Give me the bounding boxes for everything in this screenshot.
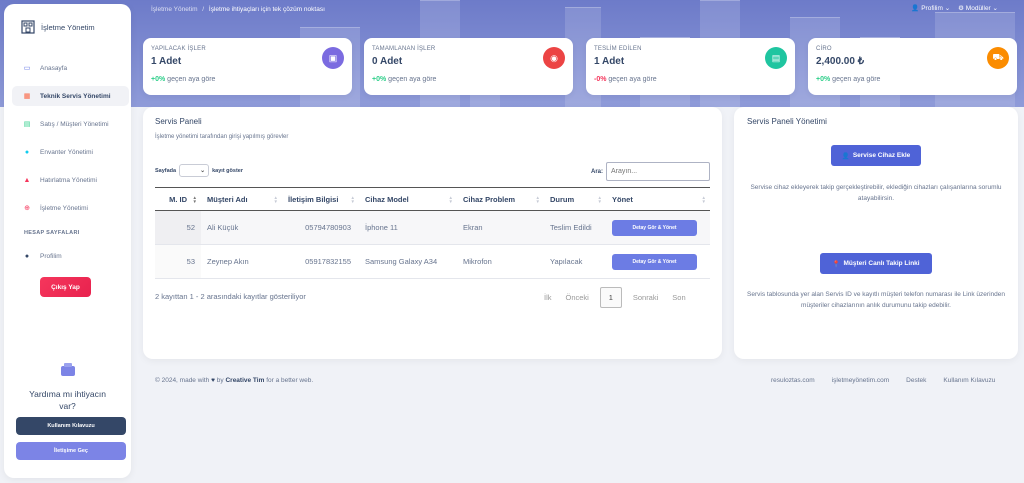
sidebar-item-reminders[interactable]: ▲ Hatırlatma Yönetimi — [12, 170, 129, 190]
table-search: Ara: — [591, 162, 711, 181]
sort-icon: ▲ ▼ — [192, 195, 197, 204]
footer-links: resuloztas.com işletmeyönetim.com Destek… — [771, 377, 995, 384]
help-title: Yardıma mı ihtiyacın var? — [29, 389, 106, 411]
service-table: M. ID ▲ ▼ Müşteri Adı ▲ ▼ İletişim Bilgisi ▲ ▼… — [155, 187, 710, 279]
search-input[interactable] — [606, 162, 711, 181]
table-header-row: M. ID ▲ ▼ Müşteri Adı ▲ ▼ İletişim Bilgisi ▲ ▼… — [155, 187, 710, 211]
pager-next[interactable]: Sonraki — [626, 293, 665, 302]
footer-copyright: © 2024, made with ♥ by Creative Tim for … — [155, 377, 314, 384]
gears-icon: ⚙ — [958, 5, 964, 12]
stat-card-todo: YAPILACAK İŞLER 1 Adet +0% geçen aya gör… — [143, 38, 352, 95]
breadcrumb: İşletme Yönetim / İşletme ihtiyaçları iç… — [151, 6, 325, 13]
sidebar-item-profile[interactable]: ● Profilim — [12, 246, 129, 266]
table-info: 2 kayıttan 1 - 2 arasındaki kayıtlar gös… — [155, 292, 306, 301]
sort-icon: ▲ ▼ — [273, 195, 278, 204]
sort-icon: ▲ ▼ — [597, 195, 602, 204]
page-length-control: Sayfada ⌄ kayıt göster — [155, 164, 243, 177]
column-header-manage[interactable]: Yönet ▲ ▼ — [606, 187, 710, 211]
chevron-down-icon: ⌄ — [944, 5, 951, 12]
bell-icon: ▲ — [23, 176, 31, 184]
footer-link[interactable]: Kullanım Kılavuzu — [943, 377, 995, 384]
detail-button[interactable]: Detay Gör & Yönet — [612, 219, 697, 236]
stat-card-completed: TAMAMLANAN İŞLER 0 Adet +0% geçen aya gö… — [364, 38, 573, 95]
chevron-down-icon: ⌄ — [200, 168, 206, 174]
brand[interactable]: İşletme Yönetim — [4, 14, 131, 40]
column-header-status[interactable]: Durum ▲ ▼ — [544, 187, 606, 211]
pager-page[interactable]: 1 — [599, 287, 622, 308]
topbar-actions: 👤 Profilim ⌄ ⚙ Modüller ⌄ — [911, 4, 998, 12]
service-panel-subtitle: İşletme yönetimi tarafından girişi yapıl… — [155, 134, 289, 140]
sort-icon: ▲ ▼ — [448, 195, 453, 204]
contact-button[interactable]: İletişime Geç — [16, 442, 126, 460]
page-length-select[interactable]: ⌄ — [179, 164, 210, 177]
sort-icon: ▲ ▼ — [350, 195, 355, 204]
live-tracking-description: Servis tablosunda yer alan Servis ID ve … — [747, 291, 1005, 309]
clipboard-icon: ▣ — [322, 47, 344, 69]
monitor-icon: ▭ — [23, 65, 31, 72]
profile-menu[interactable]: 👤 Profilim ⌄ — [911, 4, 950, 12]
pager-first[interactable]: İlk — [537, 293, 559, 302]
calendar-icon: ▦ — [23, 93, 31, 100]
column-header-id[interactable]: M. ID ▲ ▼ — [155, 187, 201, 211]
cart-icon: ⛟ — [987, 47, 1009, 69]
logo-icon — [21, 20, 35, 34]
stat-card-revenue: CİRO 2,400.00 ₺ +0% geçen aya göre ⛟ — [808, 38, 1017, 95]
table-row: 52 Ali Küçük 05794780903 İphone 11 Ekran… — [155, 210, 710, 245]
breadcrumb-root[interactable]: İşletme Yönetim — [151, 6, 197, 13]
globe-icon: ⊕ — [24, 205, 30, 212]
service-panel-title: Servis Paneli — [155, 117, 202, 126]
column-header-contact[interactable]: İletişim Bilgisi ▲ ▼ — [282, 187, 359, 211]
user-icon: 👤 — [911, 5, 920, 12]
modules-menu[interactable]: ⚙ Modüller ⌄ — [958, 4, 998, 12]
sort-icon: ▲ ▼ — [701, 195, 706, 204]
sidebar-item-sales[interactable]: ▤ Satış / Müşteri Yönetimi — [12, 114, 129, 134]
footer-link[interactable]: işletmeyönetim.com — [832, 377, 889, 384]
sidebar-item-technical-service[interactable]: ▦ Teknik Servis Yönetimi — [12, 86, 129, 106]
management-panel-title: Servis Paneli Yönetimi — [747, 117, 827, 126]
add-device-description: Servise cihaz ekleyerek takip gerçekleşt… — [750, 184, 1002, 202]
detail-button[interactable]: Detay Gör & Yönet — [612, 253, 697, 270]
user-guide-button[interactable]: Kullanım Kılavuzu — [16, 417, 126, 435]
sort-icon: ▲ ▼ — [535, 195, 540, 204]
brand-name: İşletme Yönetim — [41, 22, 95, 32]
globe-icon: ◉ — [543, 47, 565, 69]
service-panel: Servis Paneli İşletme yönetimi tarafında… — [143, 107, 722, 359]
sidebar-item-home[interactable]: ▭ Anasayfa — [12, 58, 129, 78]
table-row: 53 Zeynep Akın 05917832155 Samsung Galax… — [155, 244, 710, 279]
pager-prev[interactable]: Önceki — [559, 293, 596, 302]
account-section-title: HESAP SAYFALARI — [24, 230, 80, 236]
document-icon: ▤ — [765, 47, 787, 69]
table-icon: ▤ — [23, 121, 31, 128]
sidebar-item-inventory[interactable]: ● Envanter Yönetimi — [12, 142, 129, 162]
heart-icon: ♥ — [211, 377, 215, 384]
column-header-customer[interactable]: Müşteri Adı ▲ ▼ — [201, 187, 282, 211]
add-device-button[interactable]: 👤 Servise Cihaz Ekle — [831, 145, 921, 166]
user-icon: ● — [24, 252, 30, 260]
sidebar: İşletme Yönetim ▭ Anasayfa ▦ Teknik Serv… — [4, 4, 131, 478]
user-plus-icon: 👤 — [841, 152, 850, 160]
management-panel: Servis Paneli Yönetimi 👤 Servise Cihaz E… — [734, 107, 1018, 359]
pager-last[interactable]: Son — [665, 293, 692, 302]
footer-link[interactable]: resuloztas.com — [771, 377, 815, 384]
breadcrumb-current: İşletme ihtiyaçları için tek çözüm nokta… — [208, 6, 325, 13]
live-tracking-button[interactable]: 📍 Müşteri Canlı Takip Linki — [820, 253, 932, 274]
footer-author-link[interactable]: Creative Tim — [225, 377, 264, 384]
footer-link[interactable]: Destek — [906, 377, 926, 384]
circle-icon: ● — [24, 148, 30, 156]
help-box: Yardıma mı ihtiyacın var? — [4, 362, 131, 412]
map-pin-icon: 📍 — [832, 260, 841, 268]
sidebar-item-business[interactable]: ⊕ İşletme Yönetimi — [12, 198, 129, 218]
chevron-down-icon: ⌄ — [992, 5, 998, 12]
pagination: İlk Önceki 1 Sonraki Son — [537, 287, 693, 308]
column-header-model[interactable]: Cihaz Model ▲ ▼ — [359, 187, 457, 211]
stat-card-delivered: TESLİM EDİLEN 1 Adet -0% geçen aya göre … — [586, 38, 795, 95]
column-header-problem[interactable]: Cihaz Problem ▲ ▼ — [457, 187, 544, 211]
logout-button[interactable]: Çıkış Yap — [40, 277, 91, 297]
help-icon — [60, 363, 75, 376]
